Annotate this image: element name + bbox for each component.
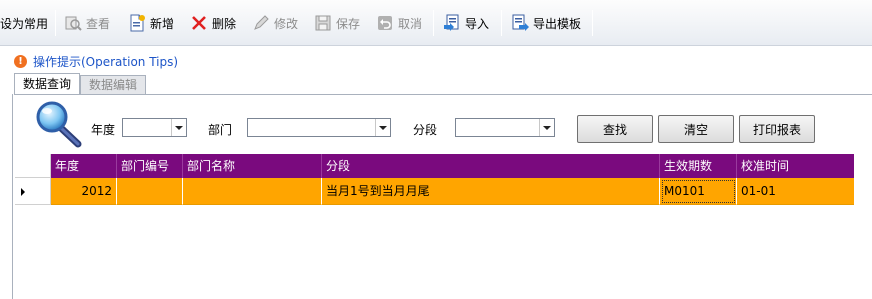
edit-label: 修改	[274, 16, 299, 31]
panel-border	[12, 94, 13, 299]
edit-button[interactable]: 修改	[252, 12, 298, 34]
cell-calibration-time[interactable]: 01-01	[737, 178, 854, 205]
column-header-segment[interactable]: 分段	[322, 154, 660, 178]
tab-data-query[interactable]: 数据查询	[14, 73, 81, 94]
view-button[interactable]: 查看	[64, 12, 110, 34]
segment-label: 分段	[413, 123, 438, 137]
chevron-down-icon[interactable]	[171, 119, 186, 136]
cell-dept-name[interactable]	[183, 178, 322, 205]
find-button[interactable]: 查找	[577, 115, 653, 143]
export-template-button[interactable]: 导出模板	[511, 12, 581, 34]
cell-segment[interactable]: 当月1号到当月月尾	[322, 178, 660, 205]
toolbar-separator	[592, 10, 593, 36]
cancel-button[interactable]: 取消	[376, 12, 422, 34]
toolbar-separator	[433, 10, 434, 36]
pencil-icon	[252, 14, 270, 32]
column-header-year[interactable]: 年度	[51, 154, 117, 178]
export-template-label: 导出模板	[533, 16, 582, 31]
set-common-button[interactable]: 设为常用	[0, 12, 48, 34]
row-selector[interactable]	[15, 178, 51, 205]
dept-select[interactable]	[247, 118, 391, 137]
add-label: 新增	[150, 16, 175, 31]
tab-data-edit[interactable]: 数据编辑	[80, 75, 147, 94]
info-icon: !	[14, 54, 27, 68]
chevron-down-icon[interactable]	[539, 119, 554, 136]
import-button[interactable]: 导入	[443, 12, 489, 34]
save-button[interactable]: 保存	[314, 12, 360, 34]
view-label: 查看	[86, 16, 111, 31]
cell-year[interactable]: 2012	[51, 178, 117, 205]
import-icon	[443, 14, 461, 32]
view-icon	[64, 14, 82, 32]
delete-x-icon	[190, 14, 208, 32]
cell-dept-code[interactable]	[117, 178, 183, 205]
clear-button[interactable]: 清空	[658, 115, 734, 143]
cell-period[interactable]: M0101	[660, 178, 737, 205]
delete-button[interactable]: 删除	[190, 12, 236, 34]
toolbar-separator	[501, 10, 502, 36]
add-button[interactable]: 新增	[128, 12, 174, 34]
column-header-period[interactable]: 生效期数	[660, 154, 737, 178]
floppy-disk-icon	[314, 14, 332, 32]
dept-label: 部门	[208, 123, 233, 137]
import-label: 导入	[465, 16, 490, 31]
tab-strip: 数据查询 数据编辑	[14, 73, 147, 94]
magnifier-icon	[34, 100, 86, 148]
current-row-icon	[21, 188, 25, 196]
row-header-corner	[15, 154, 51, 178]
year-select[interactable]	[122, 118, 187, 137]
grid-header: 年度 部门编号 部门名称 分段 生效期数 校准时间	[15, 154, 854, 178]
new-document-icon	[128, 14, 146, 32]
chevron-down-icon[interactable]	[375, 119, 390, 136]
column-header-calibration-time[interactable]: 校准时间	[737, 154, 854, 178]
tips-text: 操作提示(Operation Tips)	[33, 54, 179, 69]
delete-label: 删除	[212, 16, 237, 31]
toolbar-separator	[55, 10, 56, 36]
print-report-button[interactable]: 打印报表	[739, 115, 815, 143]
segment-select[interactable]	[455, 118, 555, 137]
data-grid: 年度 部门编号 部门名称 分段 生效期数 校准时间 2012 当月1号到当月月尾…	[15, 154, 872, 299]
cancel-label: 取消	[398, 16, 423, 31]
tab-divider	[14, 94, 872, 95]
table-row[interactable]: 2012 当月1号到当月月尾 M0101 01-01	[15, 178, 854, 205]
operation-tips[interactable]: ! 操作提示(Operation Tips)	[14, 52, 178, 70]
toolbar: 设为常用 查看 新增 删除 修改 保存 取消 导入 导出模板	[0, 0, 872, 46]
year-label: 年度	[91, 123, 116, 137]
column-header-dept-code[interactable]: 部门编号	[117, 154, 183, 178]
save-label: 保存	[336, 16, 361, 31]
set-common-label: 设为常用	[0, 16, 49, 31]
export-icon	[511, 14, 529, 32]
column-header-dept-name[interactable]: 部门名称	[183, 154, 322, 178]
undo-icon	[376, 14, 394, 32]
